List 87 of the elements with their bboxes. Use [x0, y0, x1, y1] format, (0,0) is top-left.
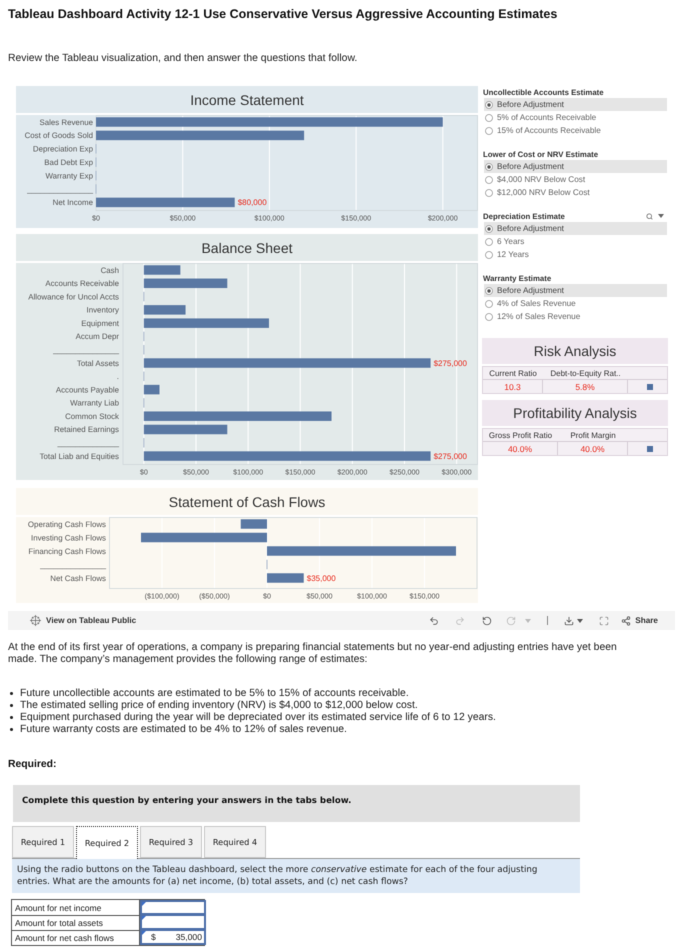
- metric-label: Debt-to-Equity Rat..: [549, 368, 622, 379]
- currency-symbol: $: [151, 932, 156, 942]
- filter-option[interactable]: Before Adjustment: [484, 284, 667, 297]
- radio-icon[interactable]: [485, 162, 493, 170]
- tab[interactable]: Required 4: [204, 826, 266, 858]
- view-link[interactable]: View on Tableau Public: [30, 615, 136, 626]
- filter-option[interactable]: 6 Years: [484, 235, 667, 248]
- value-label: $275,000: [434, 358, 467, 368]
- answer-field[interactable]: [140, 900, 206, 915]
- radio-icon[interactable]: [485, 176, 493, 184]
- radio-icon[interactable]: [485, 100, 493, 108]
- filter-option[interactable]: Before Adjustment: [484, 160, 667, 173]
- radio-icon[interactable]: [485, 126, 493, 134]
- square-marker-icon: [646, 384, 652, 390]
- required-heading: Required:: [8, 759, 58, 771]
- radio-icon[interactable]: [485, 250, 493, 258]
- filter-option[interactable]: $4,000 NRV Below Cost: [484, 173, 667, 186]
- filter-option[interactable]: Before Adjustment: [484, 222, 667, 235]
- bullet-icon: [10, 728, 13, 730]
- answer-field[interactable]: $ 35,000: [140, 930, 206, 945]
- bar: [144, 305, 186, 315]
- fullscreen-icon[interactable]: [599, 616, 610, 626]
- tab[interactable]: Required 1: [12, 826, 74, 858]
- corner-marker-icon: [142, 931, 146, 935]
- revert-icon[interactable]: [482, 616, 492, 626]
- radio-icon[interactable]: [485, 188, 493, 196]
- value-label: $275,000: [434, 452, 467, 461]
- answer-field[interactable]: [140, 915, 206, 930]
- corner-marker-icon: [142, 902, 146, 906]
- analysis-title: Profitability Analysis: [482, 400, 668, 426]
- metric-label: Current Ratio: [488, 368, 538, 379]
- tab[interactable]: Required 3: [140, 826, 202, 858]
- bullet-text: Future warranty costs are estimated to be 4% to 12% of sales revenue.: [20, 724, 347, 734]
- chart-title: Balance Sheet: [201, 240, 293, 256]
- bar: [144, 384, 160, 394]
- bullet-icon: [10, 704, 13, 706]
- logo-icon: [30, 615, 41, 626]
- bullet-text: Equipment purchased during the year will be depreciated over its estimated service life of 6 to 12 years.: [20, 712, 496, 722]
- chart-title: Statement of Cash Flows: [168, 494, 326, 510]
- field-value: 35,000: [176, 932, 202, 942]
- radio-icon[interactable]: [485, 114, 493, 122]
- problem-paragraph: At the end of its first year of operations, a company is preparing financial statements but no year-end adjusting entries have yet been made. The company’s management provides the following range of estimates:: [8, 642, 618, 666]
- filter-option[interactable]: $12,000 NRV Below Cost: [484, 186, 667, 199]
- value-label: $80,000: [238, 198, 267, 208]
- question-prompt: Using the radio buttons on the Tableau dashboard, select the more conservative estimate for each of the four adjusting entries. What are the amounts for (a) net income, (b) total assets, and (c) net cash flows?: [12, 859, 580, 893]
- metric-label: Profit Margin: [569, 430, 617, 441]
- filter-option[interactable]: 15% of Accounts Receivable: [484, 124, 667, 137]
- metric-value: 40.0%: [558, 441, 628, 455]
- value-label: $35,000: [306, 574, 336, 583]
- instruction-banner: Complete this question by entering your answers in the tabs below.: [13, 785, 580, 822]
- search-icon[interactable]: [646, 212, 653, 220]
- radio-icon[interactable]: [485, 238, 493, 246]
- metric-value: 40.0%: [483, 441, 558, 455]
- chart-title: Income Statement: [190, 92, 304, 108]
- tab[interactable]: Required 2: [76, 826, 138, 859]
- filter-option[interactable]: Before Adjustment: [484, 98, 667, 111]
- metric-label: Gross Profit Ratio: [488, 430, 554, 441]
- download-icon[interactable]: [564, 616, 574, 626]
- answer-label: Amount for net cash flows: [12, 930, 140, 945]
- page-title: Tableau Dashboard Activity 12-1 Use Conservative Versus Aggressive Accounting Estimates: [8, 6, 558, 22]
- caret-icon[interactable]: [577, 618, 584, 622]
- intro-text: Review the Tableau visualization, and then answer the questions that follow.: [8, 53, 358, 65]
- share-button[interactable]: Share: [621, 616, 658, 626]
- analysis-title: Risk Analysis: [482, 338, 668, 364]
- bullet-text: Future uncollectible accounts are estimated to be 5% to 15% of accounts receivable.: [20, 688, 409, 698]
- filter-option[interactable]: 12% of Sales Revenue: [484, 310, 667, 323]
- bar: [267, 573, 304, 583]
- metric-value: 5.8%: [543, 379, 628, 393]
- radio-icon[interactable]: [485, 300, 493, 308]
- radio-icon[interactable]: [485, 224, 493, 232]
- bullet-icon: [10, 692, 13, 694]
- radio-icon[interactable]: [485, 286, 493, 294]
- corner-marker-icon: [142, 916, 146, 920]
- bullet-icon: [10, 716, 13, 718]
- filter-option[interactable]: 12 Years: [484, 248, 667, 261]
- bar: [240, 519, 267, 529]
- bullet-text: The estimated selling price of ending inventory (NRV) is $4,000 to $12,000 below cost.: [20, 700, 418, 710]
- radio-icon[interactable]: [485, 312, 493, 320]
- square-marker-icon: [646, 446, 652, 452]
- answer-label: Amount for total assets: [12, 915, 140, 930]
- filter-option[interactable]: 4% of Sales Revenue: [484, 297, 667, 310]
- undo-icon[interactable]: [429, 616, 440, 626]
- metric-value: 10.3: [483, 379, 543, 393]
- caret-icon[interactable]: [658, 214, 664, 218]
- bar: [144, 265, 180, 275]
- share-icon: [621, 616, 632, 626]
- filter-option[interactable]: 5% of Accounts Receivable: [484, 111, 667, 124]
